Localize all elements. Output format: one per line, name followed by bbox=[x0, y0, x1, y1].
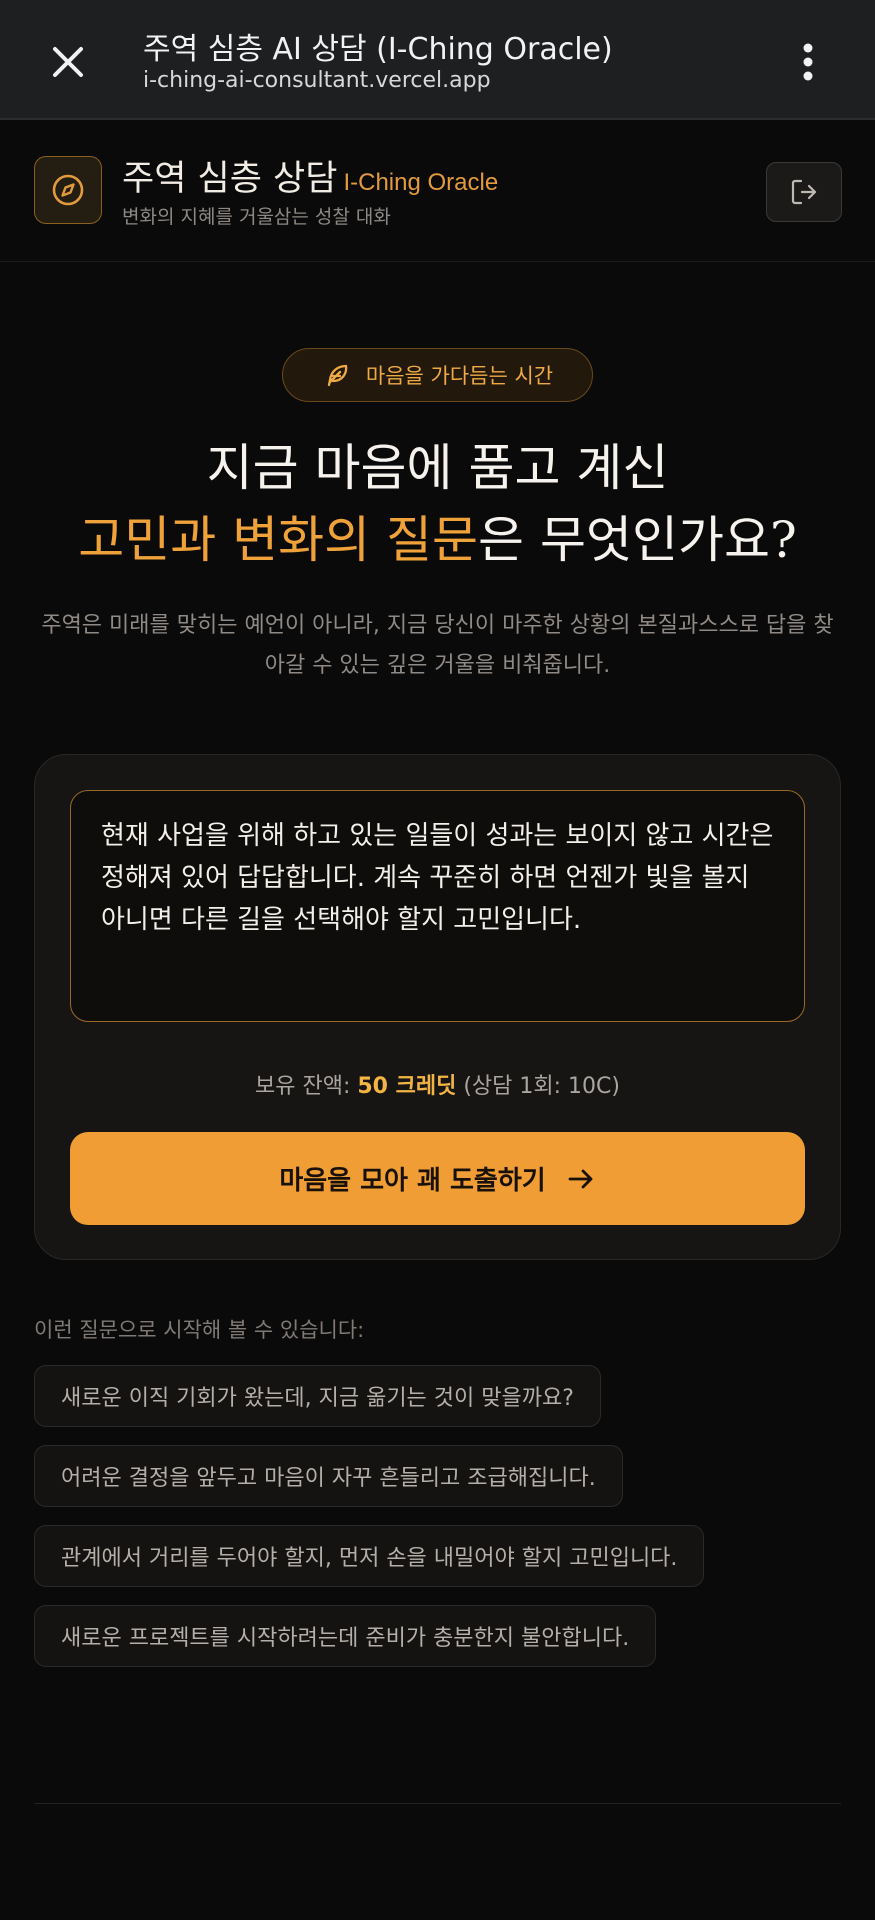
more-vertical-icon[interactable] bbox=[786, 34, 830, 90]
browser-url[interactable]: i-ching-ai-consultant.vercel.app bbox=[143, 68, 491, 93]
app-title-ko: 주역 심층 상담 bbox=[122, 159, 338, 199]
logout-icon bbox=[791, 179, 817, 205]
browser-toolbar: 주역 심층 AI 상담 (I-Ching Oracle) i-ching-ai-… bbox=[0, 0, 875, 120]
example-chip[interactable]: 새로운 이직 기회가 왔는데, 지금 옮기는 것이 맞을까요? bbox=[34, 1365, 601, 1427]
badge-text: 마음을 가다듬는 시간 bbox=[365, 364, 554, 388]
mindfulness-badge: 마음을 가다듬는 시간 bbox=[282, 348, 593, 402]
app-header: 주역 심층 상담 I-Ching Oracle 변화의 지혜를 거울삼는 성찰 대… bbox=[0, 122, 875, 262]
example-chip[interactable]: 어려운 결정을 앞두고 마음이 자꾸 흔들리고 조급해집니다. bbox=[34, 1445, 623, 1507]
close-icon[interactable] bbox=[40, 34, 96, 90]
examples-label: 이런 질문으로 시작해 볼 수 있습니다: bbox=[34, 1318, 365, 1342]
headline-line2: 고민과 변화의 질문은 무엇인가요? bbox=[0, 504, 875, 576]
feather-icon bbox=[327, 364, 348, 387]
credit-balance: 보유 잔액: 50 크레딧 (상담 1회: 10C) bbox=[0, 1068, 875, 1100]
compass-icon bbox=[34, 156, 102, 224]
example-chip[interactable]: 관계에서 거리를 두어야 할지, 먼저 손을 내밀어야 할지 고민입니다. bbox=[34, 1525, 705, 1587]
app-subtitle: 변화의 지혜를 거울삼는 성찰 대화 bbox=[122, 206, 391, 228]
browser-page-title: 주역 심층 AI 상담 (I-Ching Oracle) bbox=[143, 32, 613, 67]
headline-line1: 지금 마음에 품고 계신 bbox=[206, 439, 669, 497]
footer-divider bbox=[34, 1803, 841, 1804]
example-chip[interactable]: 새로운 프로젝트를 시작하려는데 준비가 충분한지 불안합니다. bbox=[34, 1605, 657, 1667]
app-title-en: I-Ching Oracle bbox=[343, 169, 499, 196]
hero-description: 주역은 미래를 맞히는 예언이 아니라, 지금 당신이 마주한 상황의 본질과스… bbox=[41, 613, 834, 678]
derive-hexagram-button[interactable]: 마음을 모아 괘 도출하기 bbox=[70, 1132, 805, 1225]
logout-button[interactable] bbox=[766, 162, 842, 222]
page-headline: 지금 마음에 품고 계신 고민과 변화의 질문은 무엇인가요? bbox=[0, 432, 875, 576]
balance-label: 보유 잔액: bbox=[255, 1074, 358, 1099]
submit-label: 마음을 모아 괘 도출하기 bbox=[279, 1166, 546, 1196]
app-title: 주역 심층 상담 I-Ching Oracle bbox=[122, 150, 498, 201]
headline-accent: 고민과 변화의 질문 bbox=[78, 511, 479, 569]
question-textarea[interactable]: 현재 사업을 위해 하고 있는 일들이 성과는 보이지 않고 시간은 정해져 있… bbox=[70, 790, 805, 1022]
balance-amount: 50 크레딧 bbox=[357, 1074, 457, 1099]
arrow-right-icon bbox=[568, 1169, 593, 1188]
question-value: 현재 사업을 위해 하고 있는 일들이 성과는 보이지 않고 시간은 정해져 있… bbox=[101, 821, 774, 935]
headline-rest: 은 무엇인가요? bbox=[478, 511, 797, 569]
balance-cost: (상담 1회: 10C) bbox=[456, 1074, 620, 1099]
